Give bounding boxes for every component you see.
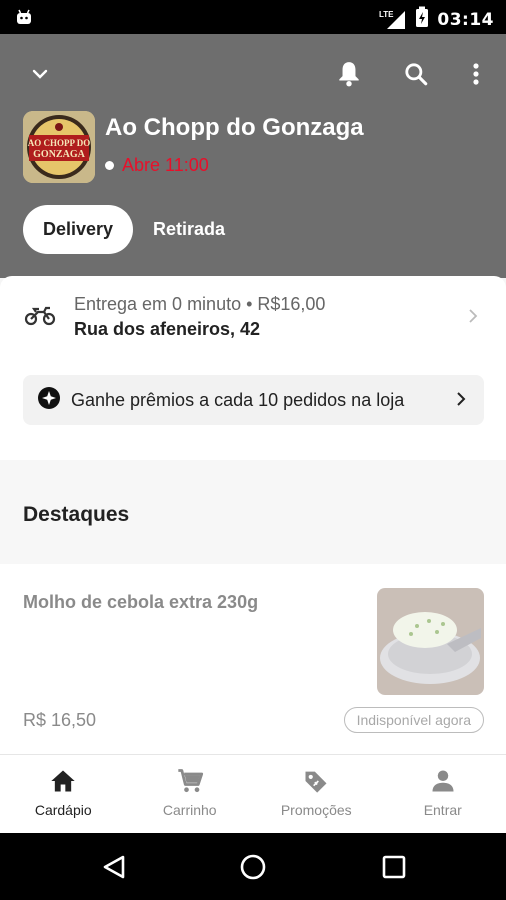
tab-delivery[interactable]: Delivery	[23, 205, 133, 254]
rewards-label: Ganhe prêmios a cada 10 pedidos na loja	[71, 389, 405, 410]
tab-pickup[interactable]: Retirada	[153, 219, 225, 240]
chevron-right-icon	[468, 308, 478, 329]
nav-cart[interactable]: Carrinho	[127, 755, 254, 833]
android-icon	[14, 7, 34, 32]
nav-promotions-label: Promoções	[280, 802, 352, 818]
delivery-info[interactable]: Entrega em 0 minuto • R$16,00 Rua dos af…	[0, 286, 506, 350]
collapse-button[interactable]	[20, 54, 60, 94]
opening-time: Abre 11:00	[122, 155, 209, 175]
recents-square-icon	[382, 855, 406, 879]
svg-text:GONZAGA: GONZAGA	[33, 149, 85, 160]
delivery-address: Rua dos afeneiros, 42	[74, 319, 261, 339]
home-circle-icon	[240, 854, 266, 880]
back-button[interactable]	[96, 849, 132, 885]
person-icon	[432, 770, 454, 792]
chevron-right-icon	[456, 391, 466, 412]
nav-menu[interactable]: Cardápio	[0, 755, 127, 833]
notifications-button[interactable]	[329, 54, 369, 94]
home-icon	[51, 770, 75, 792]
opening-status: Abre 11:00	[105, 155, 209, 176]
tag-icon	[305, 771, 327, 793]
store-content: Entrega em 0 minuto • R$16,00 Rua dos af…	[0, 276, 506, 754]
home-button[interactable]	[235, 849, 271, 885]
status-bar: LTE 03:14	[0, 0, 506, 34]
status-dot	[105, 161, 114, 170]
nav-promotions[interactable]: Promoções	[253, 755, 380, 833]
more-vertical-icon	[473, 63, 479, 85]
bell-icon	[339, 62, 359, 87]
chevron-down-icon	[32, 69, 48, 79]
product-price: R$ 16,50	[23, 710, 97, 730]
battery-icon	[415, 6, 429, 33]
nav-sign-in-label: Entrar	[423, 802, 462, 818]
recents-button[interactable]	[376, 849, 412, 885]
section-title: Destaques	[23, 503, 130, 526]
back-triangle-icon	[103, 855, 125, 879]
product-image	[377, 588, 484, 695]
search-button[interactable]	[396, 54, 436, 94]
product-name: Molho de cebola extra 230g	[23, 592, 259, 612]
highlights-section: Destaques	[0, 460, 506, 564]
svg-text:LTE: LTE	[379, 10, 394, 19]
nav-sign-in[interactable]: Entrar	[380, 755, 506, 833]
store-logo: AO CHOPP DO GONZAGA	[23, 111, 95, 183]
star-badge-icon	[37, 386, 61, 415]
availability-badge: Indisponível agora	[343, 707, 484, 733]
network-indicator: LTE	[379, 8, 407, 32]
more-options-button[interactable]	[456, 54, 496, 94]
store-header: AO CHOPP DO GONZAGA Ao Chopp do Gonzaga …	[0, 34, 506, 278]
cart-icon	[178, 769, 203, 793]
motorcycle-icon	[24, 304, 56, 331]
search-icon	[405, 63, 428, 86]
nav-menu-label: Cardápio	[34, 802, 92, 818]
system-navigation-bar	[0, 833, 506, 900]
svg-text:AO CHOPP DO: AO CHOPP DO	[28, 138, 91, 148]
rewards-banner[interactable]: Ganhe prêmios a cada 10 pedidos na loja	[23, 375, 484, 425]
clock: 03:14	[437, 9, 494, 30]
delivery-estimate: Entrega em 0 minuto • R$16,00	[74, 294, 326, 314]
nav-cart-label: Carrinho	[162, 802, 217, 818]
bottom-navigation: Cardápio Carrinho Promoções Entrar	[0, 754, 506, 833]
store-name: Ao Chopp do Gonzaga	[105, 114, 364, 141]
product-card[interactable]: Molho de cebola extra 230g R$ 16,50 Indi…	[0, 564, 506, 754]
order-mode-tabs: Delivery Retirada	[23, 205, 225, 254]
